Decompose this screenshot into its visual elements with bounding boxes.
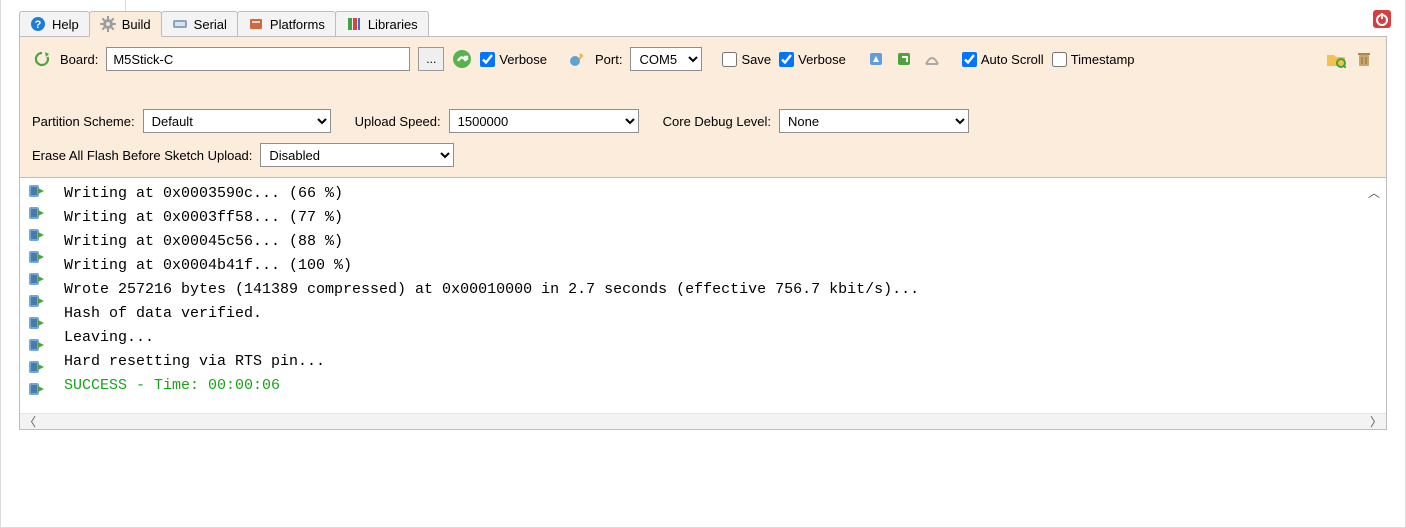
port-icon[interactable]: [567, 49, 587, 69]
tab-libraries[interactable]: Libraries: [335, 11, 429, 37]
verbose1-label: Verbose: [499, 52, 547, 67]
port-label: Port:: [595, 52, 622, 67]
gutter-chip-icon: [27, 358, 47, 376]
tab-platforms[interactable]: Platforms: [237, 11, 336, 37]
tool-icon-2[interactable]: [894, 49, 914, 69]
board-label: Board:: [60, 52, 98, 67]
svg-text:?: ?: [35, 19, 42, 31]
board-browse-button[interactable]: ...: [418, 47, 444, 71]
partition-select[interactable]: Default: [143, 109, 331, 133]
partition-label: Partition Scheme:: [32, 114, 135, 129]
verbose2-label: Verbose: [798, 52, 846, 67]
timestamp-label: Timestamp: [1071, 52, 1135, 67]
tab-label: Libraries: [368, 17, 418, 32]
trash-icon[interactable]: [1354, 49, 1374, 69]
console-gutter: [20, 178, 54, 413]
scroll-up-icon[interactable]: ︿: [1368, 184, 1380, 201]
console: ︿ Writing at 0x0003590c... (66 %)Writing…: [19, 178, 1387, 430]
gutter-chip-icon: [27, 204, 47, 222]
port-select[interactable]: COM5: [630, 47, 702, 71]
console-log[interactable]: Writing at 0x0003590c... (66 %)Writing a…: [54, 178, 1386, 413]
gutter-chip-icon: [27, 336, 47, 354]
serial-icon: [172, 16, 188, 32]
save-checkbox[interactable]: Save: [722, 52, 771, 67]
build-panel: Board: ... Verbose Port: COM5 Save: [19, 36, 1387, 178]
board-input[interactable]: [106, 47, 410, 71]
tab-bar: ? Help Build Serial Platforms L: [1, 8, 1405, 36]
debug-label: Core Debug Level:: [663, 114, 771, 129]
verbose1-checkbox[interactable]: Verbose: [480, 52, 547, 67]
scroll-right-icon[interactable]: 〉: [1370, 413, 1382, 430]
verbose2-checkbox[interactable]: Verbose: [779, 52, 846, 67]
verbose2-input[interactable]: [779, 52, 794, 67]
upload-icon[interactable]: [452, 49, 472, 69]
tab-build[interactable]: Build: [89, 11, 162, 37]
libraries-icon: [346, 16, 362, 32]
save-label: Save: [741, 52, 771, 67]
tab-label: Platforms: [270, 17, 325, 32]
gutter-chip-icon: [27, 182, 47, 200]
platforms-icon: [248, 16, 264, 32]
erase-label: Erase All Flash Before Sketch Upload:: [32, 148, 252, 163]
autoscroll-label: Auto Scroll: [981, 52, 1044, 67]
h-scrollbar[interactable]: 〈 〉: [20, 413, 1386, 429]
gutter-chip-icon: [27, 248, 47, 266]
erase-select[interactable]: Disabled: [260, 143, 454, 167]
autoscroll-input[interactable]: [962, 52, 977, 67]
verbose1-input[interactable]: [480, 52, 495, 67]
gutter-chip-icon: [27, 226, 47, 244]
toolbar-row-3: Erase All Flash Before Sketch Upload: Di…: [32, 143, 1374, 167]
refresh-icon[interactable]: [32, 49, 52, 69]
tab-serial[interactable]: Serial: [161, 11, 238, 37]
tab-help[interactable]: ? Help: [19, 11, 90, 37]
toolbar-row-2: Partition Scheme: Default Upload Speed: …: [32, 109, 1374, 133]
debug-select[interactable]: None: [779, 109, 969, 133]
gutter-chip-icon: [27, 270, 47, 288]
save-input[interactable]: [722, 52, 737, 67]
toolbar-row-1: Board: ... Verbose Port: COM5 Save: [32, 47, 1374, 71]
gear-icon: [100, 16, 116, 32]
tab-label: Build: [122, 17, 151, 32]
timestamp-input[interactable]: [1052, 52, 1067, 67]
power-button[interactable]: [1373, 10, 1391, 28]
autoscroll-checkbox[interactable]: Auto Scroll: [962, 52, 1044, 67]
speed-select[interactable]: 1500000: [449, 109, 639, 133]
scroll-left-icon[interactable]: 〈: [24, 413, 36, 430]
tab-label: Serial: [194, 17, 227, 32]
tool-icon-3[interactable]: [922, 49, 942, 69]
tab-label: Help: [52, 17, 79, 32]
timestamp-checkbox[interactable]: Timestamp: [1052, 52, 1135, 67]
gutter-chip-icon: [27, 292, 47, 310]
help-icon: ?: [30, 16, 46, 32]
open-folder-icon[interactable]: [1326, 49, 1346, 69]
gutter-chip-icon: [27, 380, 47, 398]
gutter-chip-icon: [27, 314, 47, 332]
speed-label: Upload Speed:: [355, 114, 441, 129]
tool-icon-1[interactable]: [866, 49, 886, 69]
